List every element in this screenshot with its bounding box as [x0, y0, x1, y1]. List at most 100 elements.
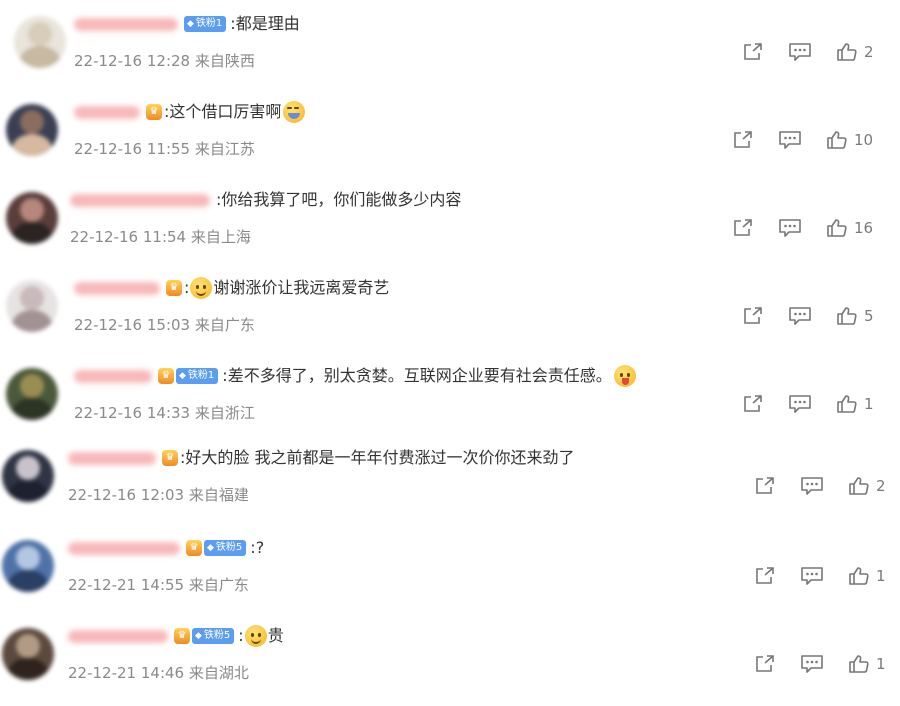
thumbs-up-icon	[848, 654, 870, 674]
comment-icon[interactable]	[788, 394, 812, 414]
username-blurred[interactable]	[74, 369, 152, 383]
location: 来自陕西	[194, 52, 255, 70]
vip-crown-icon: ♛	[174, 628, 190, 644]
timestamp: 22-12-16 15:03	[74, 316, 191, 334]
like-button[interactable]: 2	[848, 476, 894, 496]
timestamp: 22-12-16 11:54	[70, 228, 187, 246]
like-count: 1	[876, 655, 886, 673]
like-count: 1	[864, 395, 874, 413]
comment-text: :差不多得了，别太贪婪。互联网企业要有社会责任感。	[222, 366, 612, 385]
comment-header: ♛:这个借口厉害啊	[74, 100, 306, 124]
like-button[interactable]: 16	[826, 218, 873, 238]
thumbs-up-icon	[836, 394, 858, 414]
smile-emoji-icon	[190, 277, 213, 299]
thumbs-up-icon	[826, 218, 848, 238]
comment-item: ♛ ◆ 铁粉5: 贵 22-12-21 14:46 来自湖北 1	[0, 618, 900, 706]
comment-header: ♛: 谢谢涨价让我远离爱奇艺	[74, 276, 389, 300]
share-icon[interactable]	[754, 566, 776, 586]
like-count: 2	[876, 477, 886, 495]
comment-icon[interactable]	[788, 306, 812, 326]
fan-badge-label: 铁粉1	[195, 18, 223, 29]
location: 来自福建	[188, 486, 249, 504]
comment-item: ◆ 铁粉1:都是理由 22-12-16 12:28 来自陕西 2	[0, 6, 900, 94]
vip-crown-icon: ♛	[186, 540, 202, 556]
avatar[interactable]	[2, 450, 54, 502]
avatar[interactable]	[6, 104, 58, 156]
avatar[interactable]	[14, 16, 66, 68]
comment-icon[interactable]	[778, 218, 802, 238]
share-icon[interactable]	[754, 654, 776, 674]
vip-crown-icon: ♛	[166, 280, 182, 296]
share-icon[interactable]	[742, 306, 764, 326]
comment-header: ♛ ◆ 铁粉5:?	[68, 536, 264, 560]
share-icon[interactable]	[732, 218, 754, 238]
thumbs-up-icon	[836, 306, 858, 326]
comment-meta: 22-12-16 15:03 来自广东	[74, 314, 255, 335]
location: 来自江苏	[194, 140, 255, 158]
fan-badge[interactable]: ◆ 铁粉1	[176, 368, 219, 384]
fan-badge-label: 铁粉1	[187, 370, 215, 381]
avatar[interactable]	[6, 368, 58, 420]
diamond-icon: ◆	[187, 19, 194, 29]
comment-actions: 2	[742, 42, 882, 62]
comment-icon[interactable]	[800, 654, 824, 674]
like-button[interactable]: 1	[848, 566, 894, 586]
share-icon[interactable]	[742, 394, 764, 414]
like-button[interactable]: 2	[836, 42, 882, 62]
comment-actions: 10	[732, 130, 873, 150]
comment-icon[interactable]	[788, 42, 812, 62]
username-blurred[interactable]	[74, 281, 160, 295]
fan-badge-label: 铁粉5	[215, 542, 243, 553]
like-button[interactable]: 10	[826, 130, 873, 150]
comment-text: :好大的脸 我之前都是一年年付费涨过一次价你还来劲了	[180, 448, 575, 467]
location: 来自湖北	[188, 664, 249, 682]
share-icon[interactable]	[732, 130, 754, 150]
timestamp: 22-12-16 12:03	[68, 486, 185, 504]
like-count: 2	[864, 43, 874, 61]
like-button[interactable]: 1	[836, 394, 882, 414]
smile-emoji-icon	[244, 625, 267, 647]
comment-meta: 22-12-21 14:55 来自广东	[68, 574, 249, 595]
username-blurred[interactable]	[68, 629, 168, 643]
avatar[interactable]	[2, 628, 54, 680]
fan-badge[interactable]: ◆ 铁粉5	[192, 628, 235, 644]
timestamp: 22-12-16 12:28	[74, 52, 191, 70]
share-icon[interactable]	[754, 476, 776, 496]
thumbs-up-icon	[836, 42, 858, 62]
location: 来自上海	[190, 228, 251, 246]
location: 来自广东	[188, 576, 249, 594]
comment-icon[interactable]	[800, 566, 824, 586]
like-button[interactable]: 1	[848, 654, 894, 674]
comment-text: :?	[250, 538, 265, 557]
comment-text: :这个借口厉害啊	[164, 102, 282, 121]
comment-actions: 1	[754, 654, 894, 674]
laugh-emoji-icon	[283, 101, 306, 123]
timestamp: 22-12-21 14:55	[68, 576, 185, 594]
comment-item: ♛:好大的脸 我之前都是一年年付费涨过一次价你还来劲了 22-12-16 12:0…	[0, 440, 900, 528]
comment-icon[interactable]	[778, 130, 802, 150]
vip-crown-icon: ♛	[146, 104, 162, 120]
like-count: 16	[854, 219, 874, 237]
username-blurred[interactable]	[68, 541, 180, 555]
username-blurred[interactable]	[70, 193, 210, 207]
avatar[interactable]	[2, 540, 54, 592]
comment-text: 谢谢涨价让我远离爱奇艺	[213, 278, 390, 297]
fan-badge[interactable]: ◆ 铁粉1	[184, 16, 227, 32]
colon-separator: :	[238, 626, 244, 645]
username-blurred[interactable]	[68, 451, 156, 465]
comment-icon[interactable]	[800, 476, 824, 496]
avatar[interactable]	[6, 280, 58, 332]
comment-actions: 1	[742, 394, 882, 414]
colon-separator: :	[184, 278, 190, 297]
tongue-emoji-icon	[613, 365, 636, 387]
username-blurred[interactable]	[74, 17, 178, 31]
comment-meta: 22-12-16 11:55 来自江苏	[74, 138, 255, 159]
avatar[interactable]	[6, 192, 58, 244]
share-icon[interactable]	[742, 42, 764, 62]
like-button[interactable]: 5	[836, 306, 882, 326]
comment-meta: 22-12-16 12:28 来自陕西	[74, 50, 255, 71]
comment-text: :都是理由	[230, 14, 300, 33]
fan-badge[interactable]: ◆ 铁粉5	[204, 540, 247, 556]
location: 来自广东	[194, 316, 255, 334]
username-blurred[interactable]	[74, 105, 140, 119]
